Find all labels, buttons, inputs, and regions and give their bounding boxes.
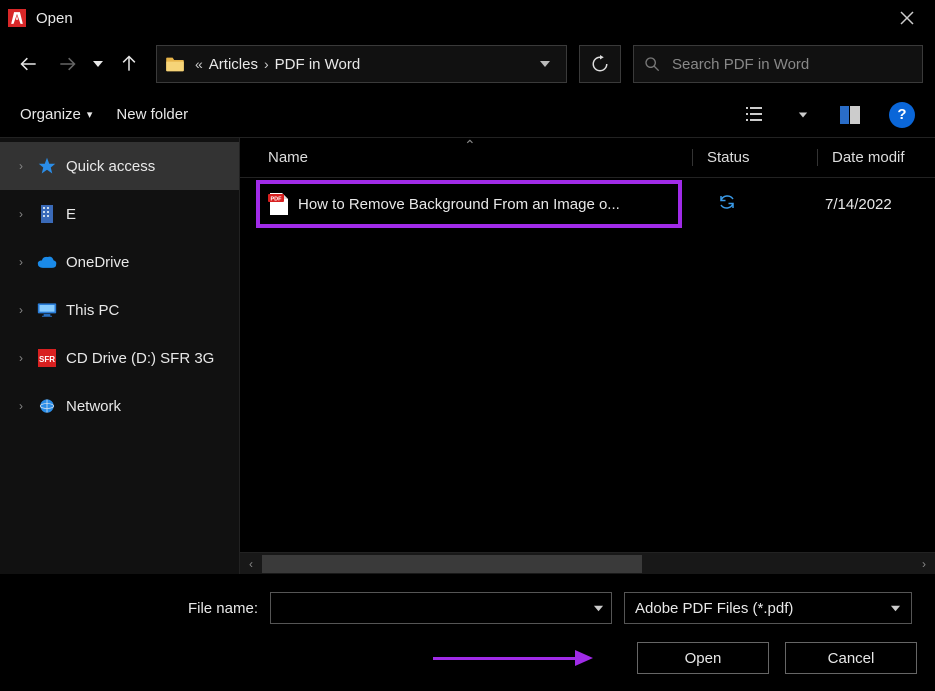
sync-icon (718, 193, 736, 211)
scroll-thumb[interactable] (262, 555, 642, 573)
address-bar[interactable]: « Articles › PDF in Word (156, 45, 567, 83)
chevron-right-icon: › (14, 159, 28, 173)
breadcrumb: « Articles › PDF in Word (195, 56, 532, 73)
file-list[interactable]: PDF How to Remove Background From an Ima… (240, 178, 935, 552)
address-dropdown[interactable] (532, 58, 558, 70)
refresh-button[interactable] (579, 45, 621, 83)
sidebar-item-label: E (66, 206, 76, 223)
sidebar-item-label: This PC (66, 302, 119, 319)
organize-label: Organize (20, 106, 81, 123)
sidebar-item-quick-access[interactable]: › Quick access (0, 142, 239, 190)
computer-icon (36, 300, 58, 320)
chevron-right-icon: › (14, 399, 28, 413)
new-folder-button[interactable]: New folder (116, 106, 188, 123)
filetype-label: Adobe PDF Files (*.pdf) (635, 600, 890, 617)
nav-bar: « Articles › PDF in Word (0, 36, 935, 92)
chevron-down-icon: ▾ (87, 108, 93, 121)
search-icon (644, 56, 660, 72)
star-icon (36, 156, 58, 176)
breadcrumb-seg-articles[interactable]: Articles (209, 56, 258, 73)
svg-text:PDF: PDF (271, 197, 283, 203)
organize-button[interactable]: Organize ▾ (20, 106, 92, 123)
view-dropdown[interactable] (795, 100, 811, 130)
chevron-right-icon: › (14, 207, 28, 221)
sidebar-item-label: Quick access (66, 158, 155, 175)
filename-input[interactable] (271, 600, 585, 617)
chevron-down-icon (890, 603, 901, 614)
pdf-icon: PDF (268, 193, 288, 215)
window-title: Open (36, 10, 73, 27)
sidebar-item-label: OneDrive (66, 254, 129, 271)
adobe-icon (8, 9, 26, 27)
chevron-right-icon: › (14, 255, 28, 269)
sidebar-item-cd-drive[interactable]: › SFR CD Drive (D:) SFR 3G (0, 334, 239, 382)
footer: File name: Adobe PDF Files (*.pdf) Open … (0, 574, 935, 687)
filetype-select[interactable]: Adobe PDF Files (*.pdf) (624, 592, 912, 624)
sidebar-item-this-pc[interactable]: › This PC (0, 286, 239, 334)
filename-label: File name: (18, 600, 258, 617)
svg-text:SFR: SFR (39, 355, 55, 364)
sfr-icon: SFR (36, 348, 58, 368)
cancel-button[interactable]: Cancel (785, 642, 917, 674)
file-row[interactable]: PDF How to Remove Background From an Ima… (252, 182, 927, 226)
scroll-right-button[interactable]: › (913, 553, 935, 575)
back-button[interactable] (12, 47, 46, 81)
column-name[interactable]: ⌃ Name (268, 149, 692, 166)
search-input[interactable] (672, 56, 912, 73)
file-pane: ⌃ Name Status Date modif PDF How to Remo… (240, 138, 935, 574)
filename-field[interactable] (270, 592, 612, 624)
scroll-left-button[interactable]: ‹ (240, 553, 262, 575)
recent-locations-dropdown[interactable] (88, 47, 108, 81)
newfolder-label: New folder (116, 106, 188, 123)
file-status (686, 193, 811, 215)
title-bar: Open (0, 0, 935, 36)
breadcrumb-seg-pdfinword[interactable]: PDF in Word (275, 56, 361, 73)
scroll-track[interactable] (262, 553, 913, 574)
filename-dropdown[interactable] (585, 593, 611, 623)
file-name: How to Remove Background From an Image o… (298, 196, 686, 213)
sidebar-item-onedrive[interactable]: › OneDrive (0, 238, 239, 286)
annotation-arrow (433, 652, 593, 664)
sidebar-item-network[interactable]: › Network (0, 382, 239, 430)
search-box[interactable] (633, 45, 923, 83)
column-headers: ⌃ Name Status Date modif (240, 138, 935, 178)
column-date[interactable]: Date modif (817, 149, 935, 166)
body-area: › Quick access › E › OneDrive › This (0, 138, 935, 574)
chevron-right-icon: › (14, 351, 28, 365)
close-button[interactable] (887, 0, 927, 36)
chevron-right-icon: › (264, 56, 269, 72)
breadcrumb-prefix: « (195, 56, 203, 72)
cloud-icon (36, 252, 58, 272)
forward-button[interactable] (50, 47, 84, 81)
chevron-right-icon: › (14, 303, 28, 317)
building-icon (36, 204, 58, 224)
sidebar: › Quick access › E › OneDrive › This (0, 138, 240, 574)
network-icon (36, 396, 58, 416)
folder-icon (165, 56, 185, 72)
open-button[interactable]: Open (637, 642, 769, 674)
sort-indicator-icon: ⌃ (464, 137, 476, 154)
help-button[interactable]: ? (889, 102, 915, 128)
horizontal-scrollbar[interactable]: ‹ › (240, 552, 935, 574)
toolbar: Organize ▾ New folder ? (0, 92, 935, 138)
sidebar-item-label: Network (66, 398, 121, 415)
sidebar-item-e[interactable]: › E (0, 190, 239, 238)
column-status[interactable]: Status (692, 149, 817, 166)
sidebar-item-label: CD Drive (D:) SFR 3G (66, 350, 214, 367)
change-view-button[interactable] (741, 100, 771, 130)
up-button[interactable] (112, 47, 146, 81)
file-date: 7/14/2022 (811, 196, 927, 213)
preview-pane-button[interactable] (835, 100, 865, 130)
